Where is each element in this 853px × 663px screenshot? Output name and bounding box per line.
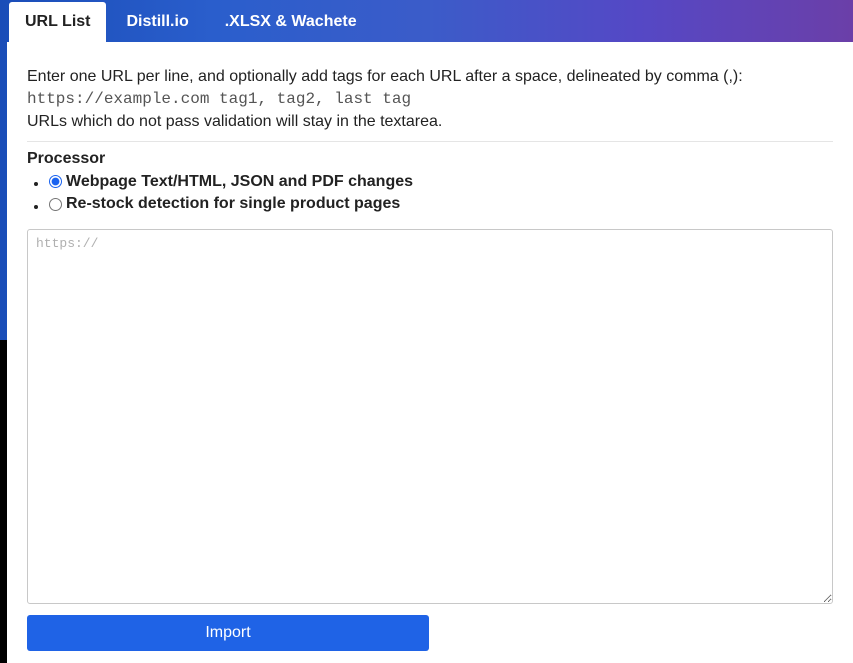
processor-option-webpage-text: Webpage Text/HTML, JSON and PDF changes	[66, 172, 413, 192]
tab-url-list[interactable]: URL List	[9, 2, 106, 42]
content-panel: Enter one URL per line, and optionally a…	[7, 42, 853, 663]
intro-line-3: URLs which do not pass validation will s…	[27, 111, 833, 133]
processor-option-restock-label[interactable]: Re-stock detection for single product pa…	[49, 194, 400, 214]
intro-block: Enter one URL per line, and optionally a…	[27, 66, 833, 133]
url-textarea[interactable]	[27, 229, 833, 604]
import-button[interactable]: Import	[27, 615, 429, 651]
intro-line-1: Enter one URL per line, and optionally a…	[27, 66, 833, 88]
tabs-bar: URL List Distill.io .XLSX & Wachete	[7, 0, 853, 42]
intro-example-code: https://example.com tag1, tag2, last tag	[27, 89, 833, 111]
processor-radio-restock[interactable]	[49, 198, 62, 211]
tab-distill[interactable]: Distill.io	[110, 2, 204, 42]
processor-option-restock: Re-stock detection for single product pa…	[49, 194, 833, 217]
divider	[27, 141, 833, 142]
processor-list: Webpage Text/HTML, JSON and PDF changes …	[27, 172, 833, 217]
processor-heading: Processor	[27, 150, 833, 168]
processor-option-restock-text: Re-stock detection for single product pa…	[66, 194, 400, 214]
processor-option-webpage-label[interactable]: Webpage Text/HTML, JSON and PDF changes	[49, 172, 413, 192]
tab-xlsx-wachete[interactable]: .XLSX & Wachete	[209, 2, 373, 42]
processor-option-webpage: Webpage Text/HTML, JSON and PDF changes	[49, 172, 833, 195]
processor-radio-webpage[interactable]	[49, 175, 62, 188]
